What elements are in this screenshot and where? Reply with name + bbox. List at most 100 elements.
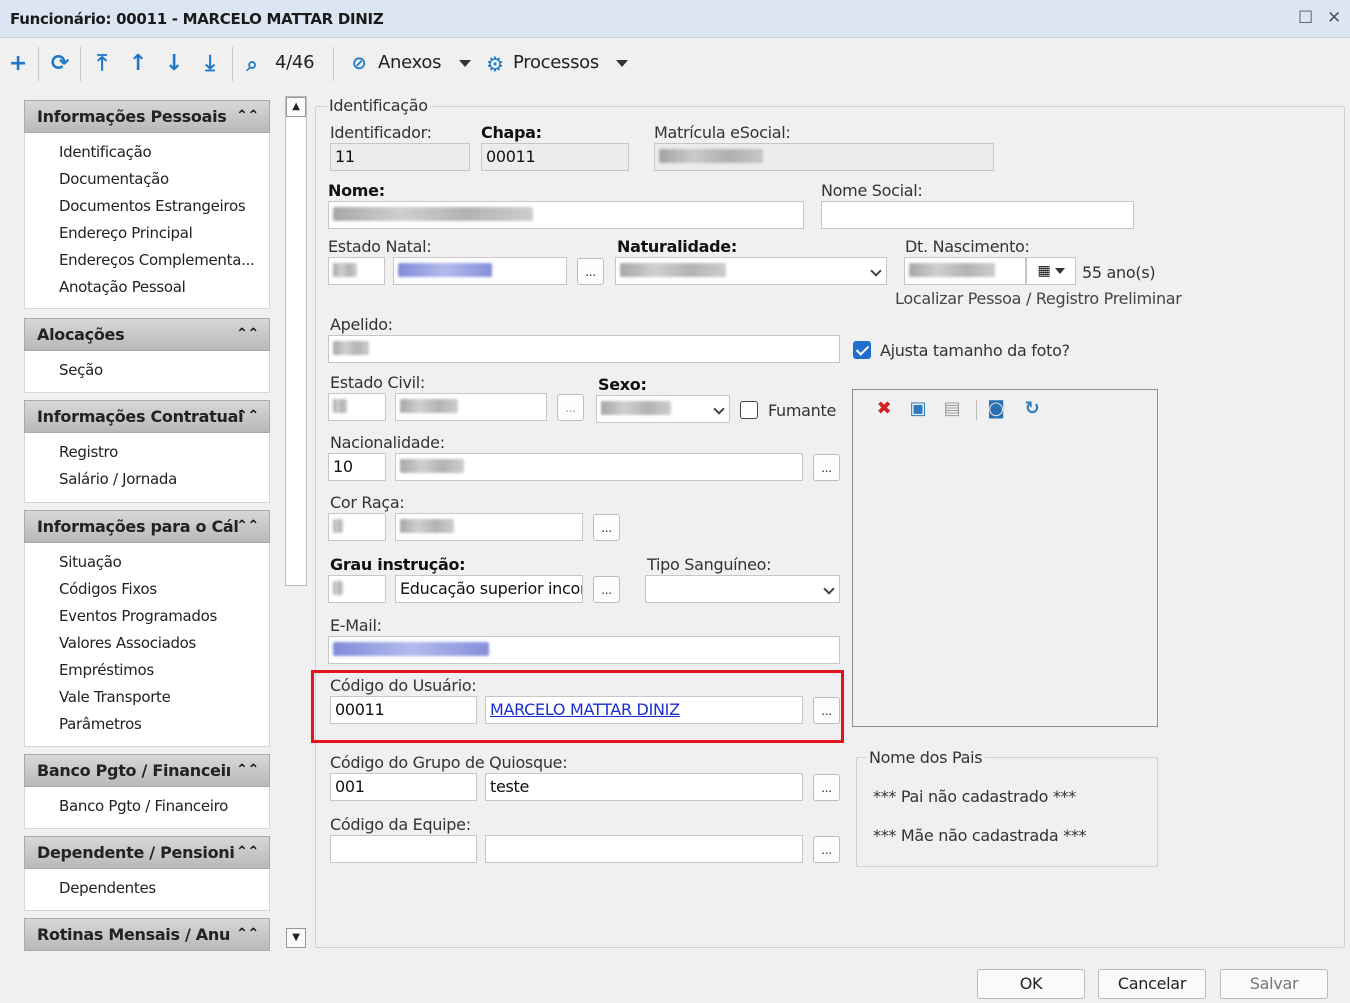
identificador-field[interactable]: 11 [330, 143, 470, 171]
sidebar-item-secao[interactable]: Seção [59, 361, 103, 379]
sidebar-item-salario-jornada[interactable]: Salário / Jornada [59, 470, 177, 488]
camera-icon[interactable]: ◙ [985, 398, 1007, 419]
grupo-quiosque-code-field[interactable]: 001 [330, 773, 477, 801]
sidebar-item-situacao[interactable]: Situação [59, 553, 122, 571]
sidebar-item-parametros[interactable]: Parâmetros [59, 715, 142, 733]
collapse-icon[interactable]: ⌃⌃ [236, 319, 259, 350]
add-icon[interactable]: + [5, 49, 31, 79]
estado-natal-name-field[interactable] [393, 257, 567, 285]
naturalidade-select[interactable] [615, 257, 887, 285]
sidebar-item-identificacao[interactable]: Identificação [59, 143, 152, 161]
sidebar-item-emprestimos[interactable]: Empréstimos [59, 661, 154, 679]
sidebar-section-calculo[interactable]: Informações para o Cál ⌃⌃ [24, 510, 270, 543]
nome-field[interactable] [328, 201, 804, 229]
previous-record-icon[interactable]: ↑ [125, 49, 151, 79]
save-image-icon[interactable]: ▤ [941, 398, 963, 419]
sidebar-section-banco[interactable]: Banco Pgto / Financeiı ⌃⌃ [24, 754, 270, 787]
search-icon[interactable]: ⌕ [239, 49, 265, 79]
collapse-icon[interactable]: ⌃⌃ [236, 755, 259, 786]
sidebar-item-eventos-programados[interactable]: Eventos Programados [59, 607, 217, 625]
refresh-icon[interactable]: ⟳ [47, 49, 73, 79]
last-record-icon[interactable]: ⤓ [197, 49, 223, 79]
sidebar-section-personal[interactable]: Informações Pessoais ⌃⌃ [24, 100, 270, 133]
codigo-usuario-name-field[interactable]: MARCELO MATTAR DINIZ [485, 696, 803, 724]
save-button[interactable]: Salvar [1220, 969, 1328, 999]
localizar-pessoa-link[interactable]: Localizar Pessoa / Registro Preliminar [895, 289, 1182, 308]
grau-instrucao-code-field[interactable] [328, 575, 386, 603]
grupo-quiosque-lookup-button[interactable]: ... [813, 774, 840, 801]
maximize-icon[interactable]: ☐ [1298, 8, 1313, 28]
toolbar-separator [38, 47, 39, 81]
toolbar: + ⟳ ⤒ ↑ ↓ ⤓ ⌕ 4/46 ⊘ Anexos ⚙ Processos [0, 39, 1350, 89]
scroll-up-icon[interactable]: ▲ [286, 97, 306, 117]
section-body: Situação Códigos Fixos Eventos Programad… [24, 543, 270, 747]
codigo-equipe-code-field[interactable] [330, 835, 477, 863]
codigo-usuario-lookup-button[interactable]: ... [813, 697, 840, 724]
sidebar-item-registro[interactable]: Registro [59, 443, 118, 461]
apelido-field[interactable] [328, 335, 840, 363]
codigo-equipe-name-field[interactable] [485, 835, 803, 863]
calendar-picker-button[interactable]: ▦ [1026, 257, 1076, 285]
sidebar-section-contratuais[interactable]: Informações Contratuai ⌃⌃ [24, 400, 270, 433]
grau-instrucao-lookup-button[interactable]: ... [593, 576, 620, 603]
redacted-value [400, 399, 458, 413]
sidebar-item-documentos-estrangeiros[interactable]: Documentos Estrangeiros [59, 197, 246, 215]
dt-nascimento-field[interactable] [904, 257, 1026, 285]
collapse-icon[interactable]: ⌃⌃ [236, 401, 259, 432]
ajusta-foto-checkbox[interactable] [853, 341, 871, 359]
sidebar-scrollbar[interactable]: ▲ [285, 96, 307, 586]
cor-raca-code-field[interactable] [328, 513, 386, 541]
collapse-icon[interactable]: ⌃⌃ [236, 511, 259, 542]
sidebar-item-valores-associados[interactable]: Valores Associados [59, 634, 196, 652]
codigo-equipe-lookup-button[interactable]: ... [813, 836, 840, 863]
cor-raca-lookup-button[interactable]: ... [593, 514, 620, 541]
processes-menu[interactable]: Processos [513, 52, 629, 73]
cancel-button[interactable]: Cancelar [1098, 969, 1206, 999]
chapa-field[interactable]: 00011 [481, 143, 629, 171]
collapse-icon[interactable]: ⌃⌃ [236, 837, 259, 868]
rotate-icon[interactable]: ↻ [1021, 398, 1043, 419]
load-image-icon[interactable]: ▣ [907, 398, 929, 419]
sidebar-item-vale-transporte[interactable]: Vale Transporte [59, 688, 171, 706]
sidebar-section-alocacoes[interactable]: Alocações ⌃⌃ [24, 318, 270, 351]
grau-instrucao-name-field[interactable]: Educação superior incom [395, 575, 583, 603]
sidebar-item-endereco-principal[interactable]: Endereço Principal [59, 224, 193, 242]
sexo-select[interactable] [596, 395, 730, 423]
email-field[interactable] [328, 636, 840, 664]
attachments-menu[interactable]: Anexos [378, 52, 471, 73]
sidebar-item-enderecos-complementares[interactable]: Endereços Complementa... [59, 251, 255, 269]
estado-natal-code-field[interactable] [328, 257, 385, 285]
collapse-icon[interactable]: ⌃⌃ [236, 101, 259, 132]
sidebar-item-anotacao-pessoal[interactable]: Anotação Pessoal [59, 278, 186, 296]
next-record-icon[interactable]: ↓ [161, 49, 187, 79]
estado-civil-lookup-button[interactable]: ... [557, 394, 584, 421]
estado-civil-name-field[interactable] [395, 393, 547, 421]
sidebar-section-rotinas[interactable]: Rotinas Mensais / Anu ⌃⌃ [24, 918, 270, 951]
fumante-checkbox[interactable] [740, 401, 758, 419]
grupo-quiosque-name-field[interactable]: teste [485, 773, 803, 801]
sidebar-item-dependentes[interactable]: Dependentes [59, 879, 156, 897]
delete-photo-icon[interactable]: ✖ [873, 398, 895, 419]
usuario-name-link[interactable]: MARCELO MATTAR DINIZ [490, 700, 680, 719]
ok-button[interactable]: OK [977, 969, 1085, 999]
sidebar-section-dependentes[interactable]: Dependente / Pensioni ⌃⌃ [24, 836, 270, 869]
nacionalidade-lookup-button[interactable]: ... [813, 454, 840, 481]
sidebar-item-banco-pgto[interactable]: Banco Pgto / Financeiro [59, 797, 228, 815]
collapse-icon[interactable]: ⌃⌃ [236, 919, 259, 950]
estado-civil-code-field[interactable] [328, 393, 386, 421]
first-record-icon[interactable]: ⤒ [89, 49, 115, 79]
paperclip-icon[interactable]: ⊘ [346, 49, 372, 79]
gear-icon[interactable]: ⚙ [482, 49, 508, 79]
matricula-field[interactable] [654, 143, 994, 171]
codigo-usuario-field[interactable]: 00011 [330, 696, 477, 724]
nacionalidade-name-field[interactable] [395, 453, 803, 481]
tipo-sanguineo-select[interactable] [645, 575, 840, 603]
cor-raca-name-field[interactable] [395, 513, 583, 541]
nacionalidade-code-field[interactable]: 10 [328, 453, 386, 481]
sidebar-item-codigos-fixos[interactable]: Códigos Fixos [59, 580, 157, 598]
estado-natal-lookup-button[interactable]: ... [577, 258, 604, 285]
nome-social-field[interactable] [821, 201, 1134, 229]
sidebar-item-documentacao[interactable]: Documentação [59, 170, 169, 188]
close-icon[interactable]: ✕ [1327, 8, 1341, 28]
scroll-down-icon[interactable]: ▼ [286, 928, 306, 948]
